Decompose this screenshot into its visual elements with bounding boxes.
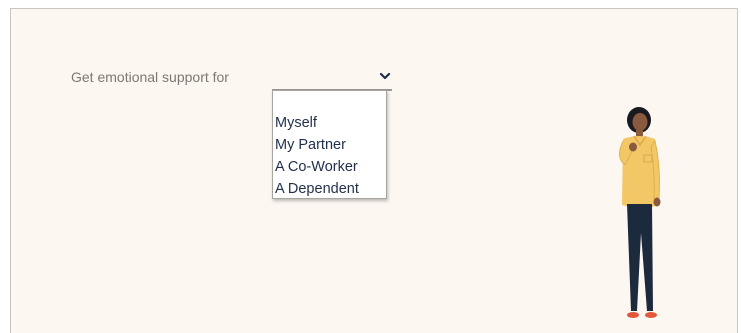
recipient-options-list: Myself My Partner A Co-Worker A Dependen…	[272, 90, 387, 199]
option-a-co-worker[interactable]: A Co-Worker	[273, 156, 386, 178]
support-prompt-label: Get emotional support for	[71, 69, 229, 85]
option-myself[interactable]: Myself	[273, 112, 386, 134]
option-a-dependent[interactable]: A Dependent	[273, 178, 386, 200]
woman-standing-illustration	[619, 107, 661, 318]
support-card: Get emotional support for Myself My Part…	[10, 8, 738, 333]
chevron-down-icon[interactable]	[378, 69, 392, 83]
option-my-partner[interactable]: My Partner	[273, 134, 386, 156]
support-recipient-select[interactable]	[272, 63, 392, 91]
